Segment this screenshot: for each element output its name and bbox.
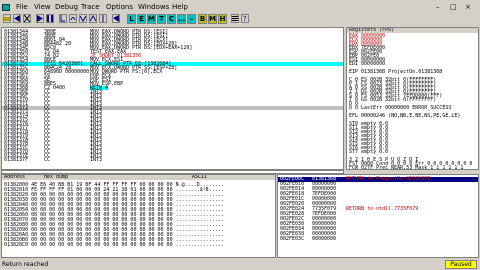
disassembly-row[interactable]: 0138137F CC INT3	[2, 157, 343, 163]
dump-header: Address Hex dump ASCII	[2, 175, 275, 180]
dump-header-hex: Hex dump	[44, 174, 69, 180]
memory-map-button[interactable]: M	[147, 14, 156, 24]
stack-value: 00000000	[312, 236, 337, 242]
status-state: Paused	[445, 260, 477, 269]
menu-options[interactable]: Options	[106, 3, 133, 12]
maximize-icon[interactable]: □	[450, 3, 457, 11]
memory-breakpoints-button[interactable]: M	[208, 14, 217, 24]
execute-till-return-icon[interactable]	[99, 14, 107, 23]
menu-file[interactable]: File	[16, 3, 28, 12]
row-address: 0138137F	[4, 157, 29, 163]
register-line[interactable]: FCW 027F Prec NEAR,53 Mask 1 1 1 1 1 1	[349, 166, 478, 170]
dump-header-ascii: ASCII	[192, 174, 208, 180]
menu-windows[interactable]: Windows	[138, 3, 169, 12]
svg-text:?: ?	[243, 15, 247, 22]
cpu-disassembly-pane[interactable]: 01381344 3B0E MOV EAX,DWORD PTR DS:[ESI] 01…	[1, 27, 344, 170]
status-bar: Return reached Paused	[0, 259, 480, 270]
menu-help[interactable]: Help	[172, 3, 188, 12]
windows-button[interactable]: …	[177, 14, 186, 24]
executable-modules-button[interactable]: E	[137, 14, 146, 24]
stack-pane[interactable]: 002FE00C 0138136B RETURN to ProjectUn.0138…	[277, 174, 479, 258]
toolbar: L E M T C … – B M H ?	[0, 12, 480, 26]
handles-button[interactable]: –	[187, 14, 196, 24]
step-into-icon[interactable]	[59, 14, 67, 23]
minimize-icon[interactable]: –	[436, 3, 440, 11]
pause-icon[interactable]	[46, 14, 54, 23]
trace-into-icon[interactable]	[79, 14, 87, 23]
help-icon[interactable]: ?	[241, 14, 249, 23]
menu-debug[interactable]: Debug	[55, 3, 78, 12]
menu-bar: File View Debug Trace Options Windows He…	[0, 3, 480, 12]
cpu-button[interactable]: C	[167, 14, 176, 24]
row-asm: INT3	[90, 157, 103, 163]
menu-view[interactable]: View	[34, 3, 51, 12]
hardware-breakpoints-button[interactable]: H	[218, 14, 227, 24]
stack-list: 002FE00C 0138136B RETURN to ProjectUn.0138…	[278, 177, 478, 242]
step-over-icon[interactable]	[69, 14, 77, 23]
stack-row[interactable]: 002FE03C 00000000	[278, 237, 478, 242]
dump-pane[interactable]: Address Hex dump ASCII 01382000 4E E6 40…	[1, 174, 276, 258]
dump-header-address: Address	[4, 174, 26, 180]
threads-button[interactable]: T	[157, 14, 166, 24]
app-icon[interactable]	[2, 4, 10, 11]
log-window-button[interactable]: L	[127, 14, 136, 24]
menu-trace[interactable]: Trace	[81, 3, 100, 12]
dump-list: 01382000 4E E6 40 BB B1 19 BF 44 FF FF F…	[2, 183, 275, 248]
dump-line[interactable]: 013820C0 00 00 00 00 00 00 00 00 00 00 0…	[4, 243, 275, 248]
rewind-icon[interactable]	[13, 14, 21, 23]
run-icon[interactable]	[36, 14, 44, 23]
close-icon[interactable]: ×	[465, 3, 471, 11]
status-message: Return reached	[2, 261, 49, 268]
close-program-icon[interactable]	[23, 14, 31, 23]
window-controls: – □ ×	[432, 3, 480, 12]
breakpoints-button[interactable]: B	[198, 14, 207, 24]
registers-pane[interactable]: Registers (FPU) EAX 00000000 ECX 0000000 E…	[346, 27, 479, 170]
row-hex: CC	[44, 157, 51, 163]
stack-address: 002FE03C	[280, 236, 305, 242]
open-icon[interactable]	[3, 14, 11, 23]
register-line[interactable]: EFL 00000246 (NO,NB,E,BE,NS,PE,GE,LE)	[349, 114, 478, 119]
registers-list: EAX 00000000 ECX 0000000 EDX 0000000 EBX 7E…	[347, 34, 478, 170]
list-icon[interactable]	[231, 14, 239, 23]
trace-over-icon[interactable]	[89, 14, 97, 23]
goto-icon[interactable]	[112, 14, 120, 23]
